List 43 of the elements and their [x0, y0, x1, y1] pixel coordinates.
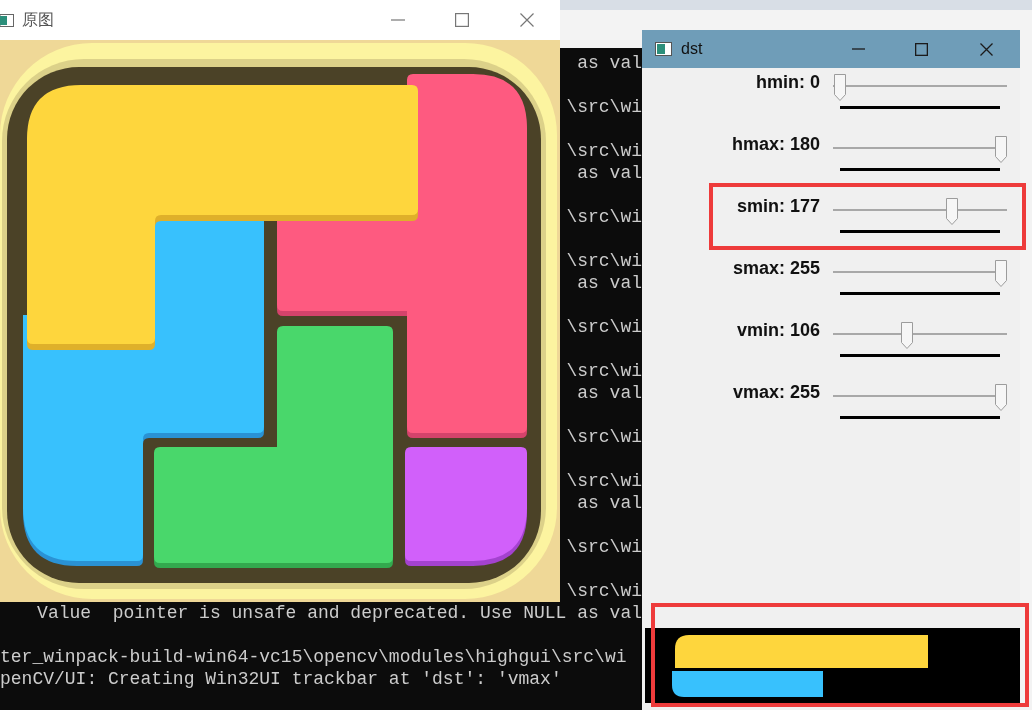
console-text: \src\wi [566, 250, 642, 272]
console-text: \src\wi [566, 206, 642, 228]
slider-track[interactable] [833, 74, 1007, 102]
console-text: \src\wi [566, 470, 642, 492]
console-text: penCV/UI: Creating Win32UI trackbar at 'dst': 'vmax' [0, 668, 562, 690]
slider-thumb[interactable] [834, 74, 846, 101]
slider-thumb[interactable] [995, 260, 1007, 287]
maximize-icon[interactable] [455, 13, 469, 27]
trackbar-label: smin: 177 [735, 195, 820, 217]
console-text: \src\wi [566, 536, 642, 558]
console-text: \src\wi [566, 580, 642, 602]
slider-track[interactable] [833, 384, 1007, 412]
close-icon[interactable] [520, 13, 534, 27]
console-text: as val [577, 492, 642, 514]
console-text: \src\wi [566, 96, 642, 118]
window-title: dst [681, 39, 703, 59]
slider-track[interactable] [833, 322, 1007, 350]
console-text: as val [577, 272, 642, 294]
console-text: as val [577, 162, 642, 184]
console-text: \src\wi [566, 360, 642, 382]
trackbar-label: vmin: 106 [735, 319, 820, 341]
console-text: Value pointer is unsafe and deprecated. Use NULL as val [37, 602, 642, 624]
slider-thumb[interactable] [995, 384, 1007, 411]
slider-track[interactable] [833, 136, 1007, 164]
slider-thumb[interactable] [995, 136, 1007, 163]
trackbar-label: smax: 255 [731, 257, 820, 279]
window-title: 原图 [22, 10, 54, 30]
console-text: \src\wi [566, 426, 642, 448]
window-icon [655, 42, 672, 56]
console-text: ter_winpack-build-win64-vc15\opencv\modules\highgui\src\wi [0, 646, 627, 668]
slider-track[interactable] [833, 198, 1007, 226]
trackbar-label: vmax: 255 [731, 381, 820, 403]
trackbar-label: hmin: 0 [755, 71, 820, 93]
console-text: \src\wi [566, 316, 642, 338]
console-text: as val [577, 52, 642, 74]
maximize-icon[interactable] [915, 42, 928, 56]
console-text: as val [577, 382, 642, 404]
close-icon[interactable] [980, 42, 993, 56]
slider-thumb[interactable] [900, 322, 913, 349]
console-text: \src\wi [566, 140, 642, 162]
slider-track[interactable] [833, 260, 1007, 288]
slider-thumb[interactable] [945, 198, 958, 225]
trackbar-label: hmax: 180 [730, 133, 820, 155]
